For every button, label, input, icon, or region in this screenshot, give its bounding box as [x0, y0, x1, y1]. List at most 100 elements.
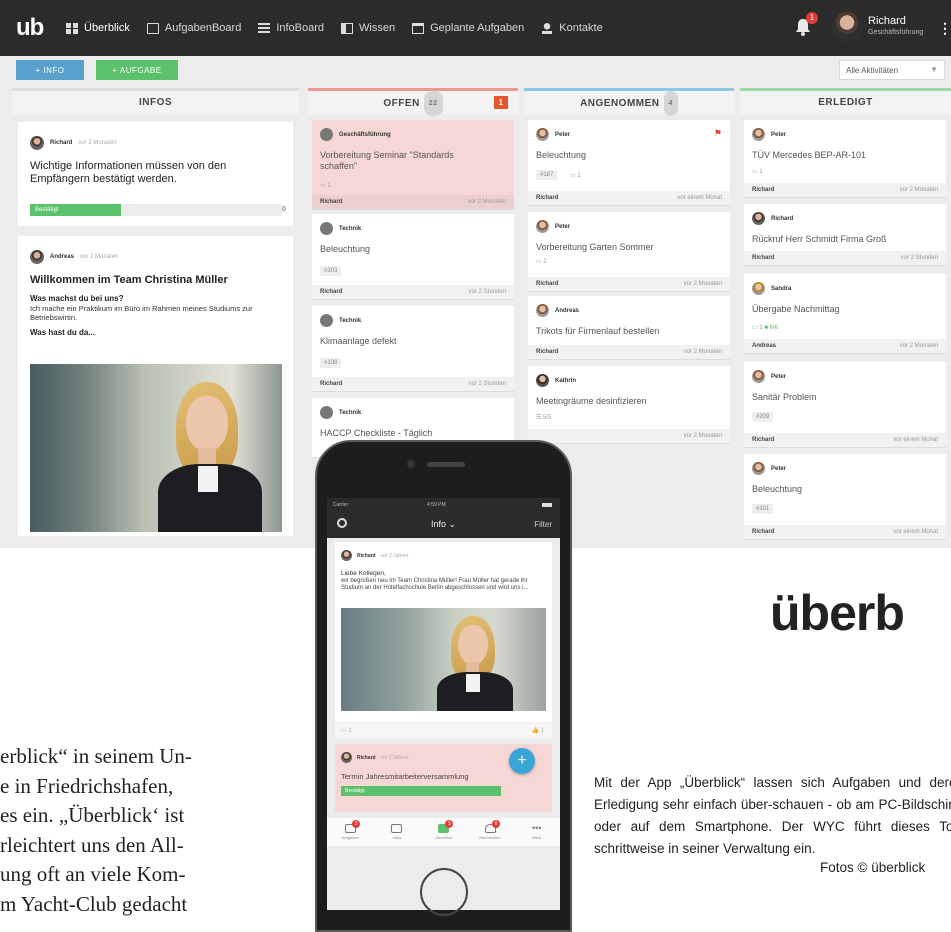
- comment-count: ▭ 1: [570, 173, 581, 179]
- card-time: vor 2 Monaten: [467, 199, 506, 205]
- card-footer: Richard vor 2 Monaten: [744, 183, 946, 197]
- column-title: INFOS: [138, 97, 173, 108]
- column-title: ERLEDIGT: [818, 97, 873, 108]
- home-button[interactable]: [420, 868, 468, 916]
- add-task-button[interactable]: + AUFGABE: [96, 60, 178, 80]
- comment-count: ▭ 1 ■ 6/6: [752, 325, 778, 331]
- info-card[interactable]: Richard vor 2 Monaten Wichtige Informatio…: [18, 122, 293, 226]
- task-title: Vorbereitung Garten Sommer: [536, 242, 654, 252]
- nav-item-geplante-aufgaben[interactable]: Geplante Aufgaben: [412, 22, 524, 34]
- team-member-photo: [30, 364, 282, 532]
- task-card[interactable]: Geschäftsführung Vorbereitung Seminar "S…: [312, 120, 514, 210]
- comment-icon[interactable]: ▭ 1: [341, 728, 352, 734]
- user-name: Richard: [868, 15, 906, 27]
- card-author: Peter: [536, 128, 570, 141]
- article-line: es ein. „Überblick‘ ist: [0, 803, 185, 827]
- confirm-progress[interactable]: Bestätigt 6: [30, 204, 286, 216]
- task-card[interactable]: Sandra Übergabe Nachmittag ▭ 1 ■ 6/6 And…: [744, 274, 946, 354]
- task-card[interactable]: Andreas Trikots für Firmenlauf bestellen…: [528, 296, 730, 360]
- post-time: vor 2 Jahren: [380, 552, 409, 559]
- phone-screen: Carrier 4:59 PM Info ⌄ Filter Richard vor…: [327, 498, 560, 910]
- add-fab-button[interactable]: +: [509, 748, 535, 774]
- tab-mehr[interactable]: ••• Mehr: [517, 824, 557, 841]
- add-info-button[interactable]: + INFO: [16, 60, 84, 80]
- comment-count-value: 1: [577, 173, 581, 179]
- tab-infos[interactable]: Infos: [377, 824, 417, 840]
- nav-item-aufgabenboard[interactable]: AufgabenBoard: [146, 22, 241, 34]
- tab-badge: 6: [492, 820, 501, 828]
- nav-item-infoboard[interactable]: InfoBoard: [258, 22, 324, 34]
- assignee: Andreas: [752, 343, 777, 349]
- grid-icon: [66, 22, 78, 34]
- assignee: Richard: [320, 381, 343, 387]
- tab-label: Aufgaben: [341, 835, 359, 840]
- task-card[interactable]: Kathrin Meetingräume desinfizieren ☰ 5/5…: [528, 366, 730, 444]
- task-card[interactable]: Richard Rückruf Herr Schmidt Firma Groß …: [744, 204, 946, 266]
- tab-label: Überblick: [435, 835, 452, 840]
- chevron-down-icon: ▼: [930, 65, 938, 74]
- author-name: Technik: [339, 409, 362, 416]
- activity-filter-select[interactable]: Alle Aktivitäten ▼: [839, 60, 945, 80]
- task-card[interactable]: Peter TÜV Mercedes BEP-AR-101 ▭ 1 Richar…: [744, 120, 946, 198]
- phone-title-dropdown[interactable]: Info ⌄: [327, 519, 560, 530]
- author-name: Peter: [771, 373, 787, 380]
- task-title: HACCP Checkliste - Täglich: [320, 428, 433, 438]
- user-avatar[interactable]: [832, 12, 862, 42]
- avatar: [752, 212, 765, 225]
- user-menu[interactable]: Richard Geschäftsführung: [868, 15, 923, 39]
- like-count: 1: [540, 728, 544, 734]
- post-body: wir begrüßen neu im Team Christina Mülle…: [341, 578, 529, 591]
- info-card[interactable]: Andreas vor 2 Monaten Willkommen im Team …: [18, 236, 293, 536]
- card-author: Richard vor 2 Jahren: [341, 752, 408, 763]
- confirm-progress[interactable]: Bestätigt: [341, 786, 501, 796]
- battery-icon: [542, 503, 552, 507]
- smartphone-mockup: Carrier 4:59 PM Info ⌄ Filter Richard vor…: [315, 440, 572, 932]
- nav-item-kontakte[interactable]: Kontakte: [541, 22, 603, 34]
- top-navigation-bar: ub Überblick AufgabenBoard InfoBoard Wis…: [0, 0, 951, 56]
- avatar: [536, 128, 549, 141]
- task-title: Vorbereitung Seminar "Standards schaffen…: [320, 150, 454, 171]
- nav-item-ueberblick[interactable]: Überblick: [66, 22, 130, 34]
- task-card[interactable]: Peter Vorbereitung Garten Sommer ▭ 2 Ric…: [528, 212, 730, 292]
- notification-badge: 1: [806, 12, 818, 24]
- author-name: Richard: [50, 140, 73, 146]
- task-title: TÜV Mercedes BEP-AR-101: [752, 150, 867, 160]
- author-name: Technik: [339, 317, 362, 324]
- tab-nachrichten[interactable]: 6 Nachrichten: [470, 820, 510, 840]
- task-card[interactable]: Peter Beleuchtung #101 Richard vor einem …: [744, 454, 946, 540]
- author-name: Richard: [357, 552, 376, 559]
- author-name: Peter: [771, 131, 787, 138]
- author-name: Sandra: [771, 285, 792, 292]
- like-icon[interactable]: 👍 1: [532, 723, 544, 739]
- task-title: Meetingräume desinfizieren: [536, 396, 647, 406]
- person-illustration: [158, 382, 268, 532]
- card-author: Richard vor 2 Monaten: [30, 136, 117, 150]
- app-logo[interactable]: ub: [16, 14, 44, 42]
- tab-label: Infos: [392, 835, 402, 840]
- tab-aufgaben[interactable]: 2 Aufgaben: [330, 820, 370, 840]
- card-footer: Richard vor 2 Stunden: [312, 285, 514, 299]
- card-footer: Richard vor 2 Stunden: [744, 251, 946, 265]
- task-card[interactable]: Peter Sanitär Problem #209 Richard vor ei…: [744, 362, 946, 448]
- card-footer: Andreas vor 2 Monaten: [744, 339, 946, 353]
- card-author: Richard vor 2 Jahren: [341, 550, 408, 561]
- avatar: [752, 462, 765, 475]
- task-title: Sanitär Problem: [752, 392, 817, 402]
- tab-label: Nachrichten: [479, 835, 501, 840]
- info-post-card[interactable]: Richard vor 2 Jahren Liebe Kollegen, wir …: [335, 542, 552, 722]
- task-title: Beleuchtung: [752, 484, 803, 494]
- main-nav: Überblick AufgabenBoard InfoBoard Wissen…: [66, 0, 620, 56]
- filter-button[interactable]: Filter: [534, 520, 552, 529]
- card-footer: Richard vor 2 Stunden: [312, 377, 514, 391]
- card-author: Technik: [320, 406, 361, 419]
- group-avatar: [320, 314, 333, 327]
- avatar: [536, 304, 549, 317]
- task-card[interactable]: Technik Beleuchtung #203 Richard vor 2 St…: [312, 214, 514, 300]
- nav-item-wissen[interactable]: Wissen: [341, 22, 395, 34]
- task-card[interactable]: Technik Klimaanlage defekt #108 Richard v…: [312, 306, 514, 392]
- task-card[interactable]: Peter ⚑ Beleuchtung #187 ▭ 1 Richard vor …: [528, 120, 730, 206]
- tab-ueberblick[interactable]: 5 Überblick: [423, 820, 463, 840]
- article-text-column: erblick“ in seinem Un- e in Friedrichsha…: [0, 742, 300, 919]
- more-menu-icon[interactable]: ⋮: [938, 20, 951, 37]
- author-name: Technik: [339, 225, 362, 232]
